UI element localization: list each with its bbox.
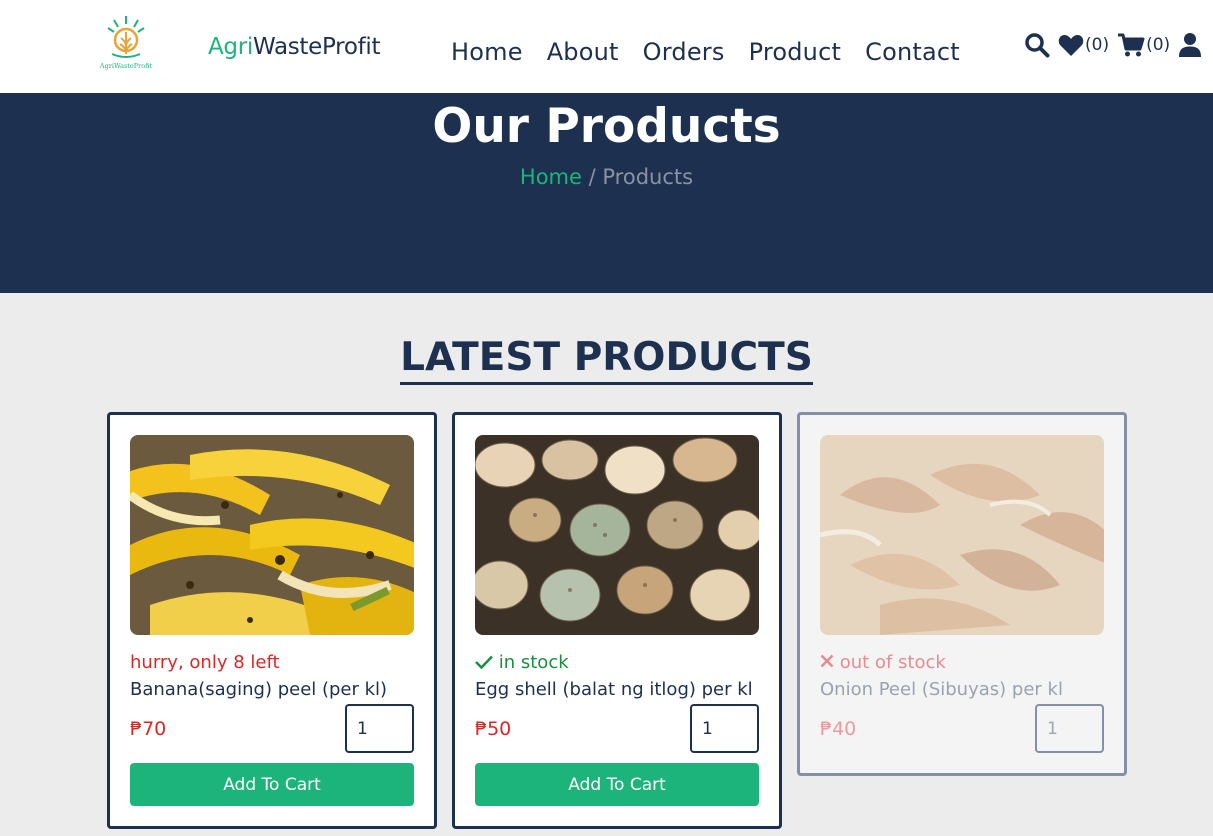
breadcrumb-home[interactable]: Home (520, 165, 582, 189)
product-price: ₱50 (475, 718, 512, 740)
product-name: Banana(saging) peel (per kl) (130, 679, 388, 700)
nav-contact[interactable]: Contact (865, 38, 960, 66)
section-title: LATEST PRODUCTS (400, 336, 813, 385)
product-price: ₱40 (820, 718, 857, 740)
brand-name[interactable]: AgriWasteProfit (208, 34, 381, 60)
product-price: ₱70 (130, 718, 167, 740)
wishlist-button[interactable]: (0) (1058, 33, 1117, 57)
breadcrumb-separator: / (581, 165, 603, 189)
quantity-input[interactable] (345, 704, 414, 753)
product-name: Egg shell (balat ng itlog) per kl (475, 679, 753, 700)
user-icon[interactable] (1178, 32, 1202, 58)
nav-about[interactable]: About (547, 38, 619, 66)
site-header: AgriWasteProfit AgriWasteProfit Home Abo… (0, 0, 1213, 93)
add-to-cart-button[interactable]: Add To Cart (475, 763, 759, 806)
stock-status: out of stock (820, 652, 946, 673)
product-image[interactable] (475, 435, 759, 635)
main-nav: Home About Orders Product Contact (451, 38, 984, 66)
wishlist-count: (0) (1085, 35, 1110, 55)
product-card: out of stock Onion Peel (Sibuyas) per kl… (797, 412, 1127, 776)
cross-icon (820, 654, 834, 668)
stock-status-label: out of stock (839, 652, 946, 673)
quantity-input[interactable] (690, 704, 759, 753)
brand-logo[interactable]: AgriWasteProfit (99, 14, 152, 74)
stock-status: hurry, only 8 left (130, 652, 280, 673)
brand-accent: Agri (208, 34, 253, 60)
svg-text:AgriWasteProfit: AgriWasteProfit (100, 62, 152, 70)
cart-button[interactable]: (0) (1117, 32, 1178, 58)
cart-icon (1118, 33, 1145, 57)
breadcrumb-current: Products (602, 165, 694, 189)
product-name: Onion Peel (Sibuyas) per kl (820, 679, 1063, 700)
product-image[interactable] (130, 435, 414, 635)
search-icon[interactable] (1024, 32, 1050, 58)
product-image[interactable] (820, 435, 1104, 635)
page-hero: Our Products Home / Products (0, 93, 1213, 293)
product-card: in stock Egg shell (balat ng itlog) per … (452, 412, 782, 829)
cart-count: (0) (1146, 35, 1171, 55)
stock-status: in stock (475, 652, 569, 673)
brand-rest: WasteProfit (252, 34, 381, 60)
nav-home[interactable]: Home (451, 38, 523, 66)
header-icons: (0) (0) (1024, 32, 1202, 58)
nav-product[interactable]: Product (749, 38, 842, 66)
check-icon (475, 655, 493, 670)
quantity-input (1035, 704, 1104, 753)
stock-status-label: in stock (498, 652, 569, 673)
product-card: hurry, only 8 left Banana(saging) peel (… (107, 412, 437, 829)
section-header: LATEST PRODUCTS (0, 336, 1213, 385)
breadcrumb: Home / Products (0, 165, 1213, 189)
page-title: Our Products (432, 99, 781, 154)
add-to-cart-button[interactable]: Add To Cart (130, 763, 414, 806)
heart-icon (1058, 35, 1084, 56)
nav-orders[interactable]: Orders (643, 38, 725, 66)
